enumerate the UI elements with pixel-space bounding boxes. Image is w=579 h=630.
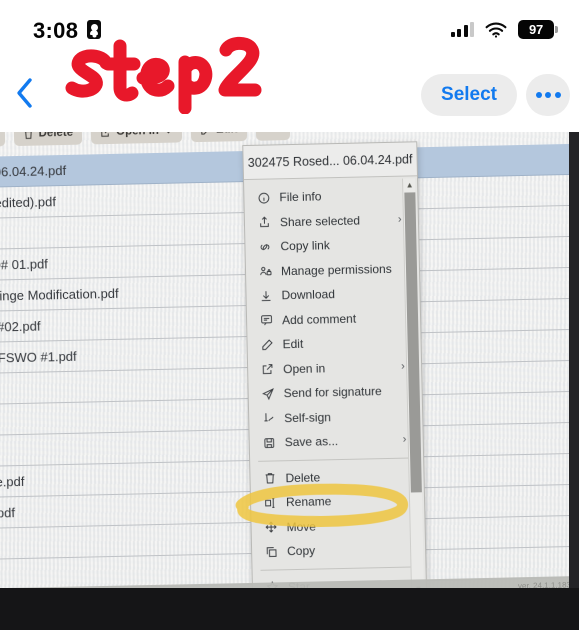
menu-item-edit[interactable]: Edit <box>247 329 420 357</box>
download-icon <box>259 289 281 302</box>
paper-plane-icon <box>262 387 284 400</box>
select-button-label: Select <box>441 84 497 105</box>
menu-item-label: Add comment <box>281 311 357 328</box>
menu-item-open-in[interactable]: Open in › <box>248 354 421 382</box>
context-menu-items: File info Share selected › Copy link Man… <box>244 176 426 602</box>
menu-item-copy[interactable]: Copy <box>252 536 425 564</box>
menu-item-rename[interactable]: Rename <box>251 487 424 515</box>
menu-item-label: Self-sign <box>284 409 332 425</box>
wifi-icon <box>485 22 507 38</box>
link-icon <box>258 240 280 253</box>
file-name: 2B Hinge Modification.pdf <box>0 285 119 304</box>
menu-item-save-as[interactable]: Save as... › <box>249 427 422 455</box>
context-menu: 302475 Rosed... 06.04.24.pdf File info S… <box>242 141 428 603</box>
file-name: plate.pdf <box>0 473 25 490</box>
back-button[interactable] <box>12 74 38 112</box>
save-as-icon <box>263 436 285 449</box>
file-name: WO #02.pdf <box>0 318 41 335</box>
menu-item-delete[interactable]: Delete <box>250 463 423 491</box>
menu-item-send-for-signature[interactable]: Send for signature <box>248 378 421 406</box>
file-name: ate (edited).pdf <box>0 193 57 211</box>
cellular-bars-icon <box>450 22 474 37</box>
move-arrows-icon <box>264 520 286 533</box>
select-button[interactable]: Select <box>421 74 517 116</box>
comment-icon <box>260 314 282 327</box>
menu-item-move[interactable]: Move <box>251 512 424 540</box>
menu-item-manage-permissions[interactable]: Manage permissions <box>246 256 419 284</box>
file-name: ate.pdf <box>0 504 16 521</box>
laptop-bottom-bezel <box>0 588 579 630</box>
share-up-icon <box>258 216 280 229</box>
more-options-button[interactable] <box>526 74 570 116</box>
rename-icon <box>264 496 286 509</box>
ellipsis-icon <box>535 92 542 98</box>
self-sign-icon <box>262 412 284 425</box>
step-2-annotation <box>65 36 262 114</box>
menu-item-label: Share selected <box>279 213 361 230</box>
menu-item-share-selected[interactable]: Share selected › <box>245 207 418 235</box>
menu-item-label: Move <box>286 519 317 534</box>
open-in-icon <box>261 363 283 376</box>
menu-item-label: Manage permissions <box>280 261 392 279</box>
menu-item-label: Copy link <box>280 238 330 254</box>
menu-item-download[interactable]: Download <box>246 280 419 308</box>
battery-indicator: 97 <box>518 20 558 39</box>
menu-item-add-comment[interactable]: Add comment <box>247 305 420 333</box>
screenshot-root: wnload Delete Open In <box>0 0 579 630</box>
menu-item-copy-link[interactable]: Copy link <box>245 231 418 259</box>
pencil-icon <box>260 338 282 351</box>
menu-item-label: File info <box>279 189 322 205</box>
menu-item-label: Open in <box>282 361 326 377</box>
menu-item-label: Edit <box>282 337 304 352</box>
status-indicators: 97 <box>450 20 558 39</box>
file-name: 31A FSWO #1.pdf <box>0 348 77 365</box>
menu-item-self-sign[interactable]: Self-sign <box>249 403 422 431</box>
battery-percent: 97 <box>528 22 544 37</box>
menu-item-label: Copy <box>286 543 316 559</box>
menu-item-label: Download <box>281 287 336 303</box>
menu-item-label: Delete <box>285 470 321 485</box>
menu-item-file-info[interactable]: File info <box>244 182 417 210</box>
menu-item-label: Save as... <box>284 434 339 450</box>
screen-right-bezel <box>569 126 579 596</box>
menu-item-label: Send for signature <box>283 384 382 401</box>
caret-up-icon[interactable]: ▲ <box>403 178 416 191</box>
trash-icon <box>263 471 285 484</box>
copy-icon <box>265 545 287 558</box>
screen-plane: wnload Delete Open In <box>0 126 579 620</box>
people-lock-icon <box>259 265 281 278</box>
file-name: nter 06.04.24.pdf <box>0 162 67 180</box>
photographed-screen: wnload Delete Open In <box>0 126 579 630</box>
info-circle-icon <box>257 191 279 204</box>
menu-separator <box>258 456 416 462</box>
menu-separator <box>260 565 418 571</box>
context-menu-title: 302475 Rosed... 06.04.24.pdf <box>243 142 417 181</box>
menu-item-label: Rename <box>285 494 332 510</box>
file-name: SWO# 01.pdf <box>0 255 49 273</box>
